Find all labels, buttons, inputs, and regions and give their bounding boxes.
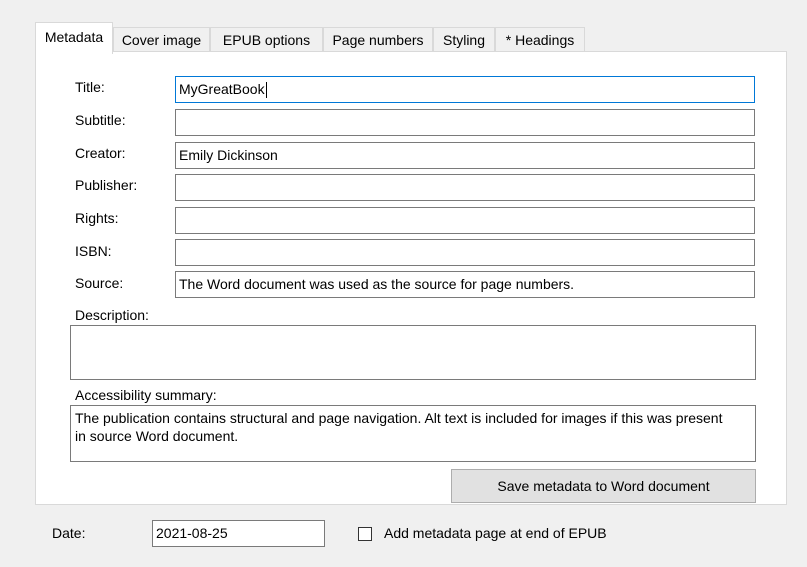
add-metadata-page-label[interactable]: Add metadata page at end of EPUB <box>384 525 607 541</box>
accessibility-summary-field[interactable]: The publication contains structural and … <box>70 405 756 462</box>
creator-field[interactable]: Emily Dickinson <box>175 142 755 169</box>
description-field[interactable] <box>70 325 756 380</box>
title-field[interactable]: MyGreatBook <box>175 76 755 103</box>
title-value: MyGreatBook <box>179 81 265 97</box>
source-label: Source: <box>75 275 124 291</box>
isbn-field[interactable] <box>175 239 755 266</box>
subtitle-label: Subtitle: <box>75 112 126 128</box>
text-caret <box>265 82 267 99</box>
subtitle-field[interactable] <box>175 109 755 136</box>
date-field[interactable]: 2021-08-25 <box>152 520 325 547</box>
accessibility-summary-label: Accessibility summary: <box>75 387 217 403</box>
date-label: Date: <box>52 525 86 541</box>
save-metadata-button[interactable]: Save metadata to Word document <box>451 469 756 503</box>
creator-label: Creator: <box>75 145 126 161</box>
rights-field[interactable] <box>175 207 755 234</box>
publisher-label: Publisher: <box>75 177 138 193</box>
tab-metadata[interactable]: Metadata <box>35 22 113 54</box>
tab-styling[interactable]: Styling <box>433 27 495 52</box>
description-label: Description: <box>75 307 149 323</box>
tab-epub-options[interactable]: EPUB options <box>210 27 323 52</box>
tab-page-numbers[interactable]: Page numbers <box>323 27 433 52</box>
isbn-label: ISBN: <box>75 243 112 259</box>
title-label: Title: <box>75 79 105 95</box>
tab-headings[interactable]: * Headings <box>495 27 585 52</box>
publisher-field[interactable] <box>175 174 755 201</box>
tab-cover-image[interactable]: Cover image <box>113 27 210 52</box>
rights-label: Rights: <box>75 210 119 226</box>
add-metadata-page-checkbox[interactable] <box>358 527 372 541</box>
source-field[interactable]: The Word document was used as the source… <box>175 271 755 298</box>
